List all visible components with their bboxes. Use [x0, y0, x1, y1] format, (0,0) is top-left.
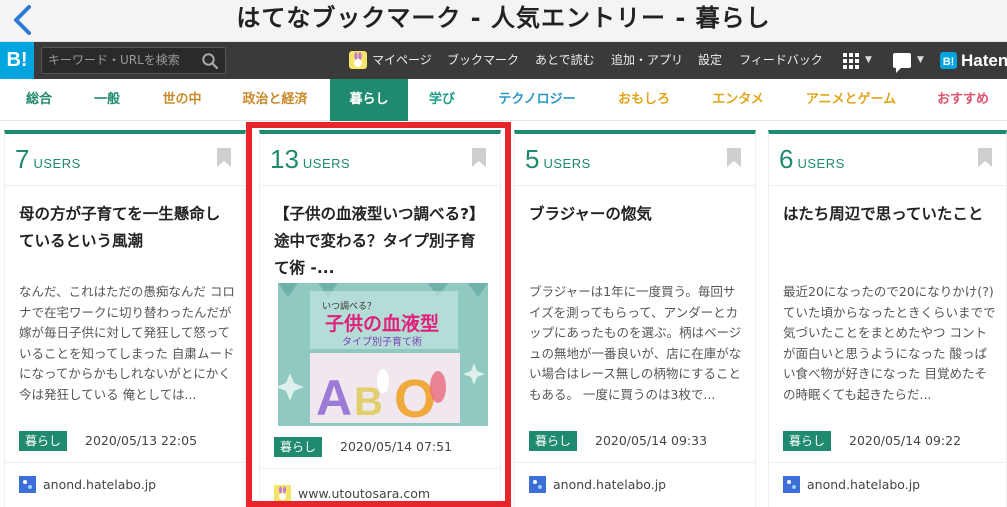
category-tag[interactable]: 暮らし: [19, 431, 67, 451]
card-header: 7 USERS: [5, 134, 245, 186]
user-avatar-icon[interactable]: [349, 51, 367, 69]
nav-read-later[interactable]: あとで読む: [535, 42, 595, 79]
hatena-bookmark-logo[interactable]: B!: [0, 42, 34, 79]
thumb-letter-o: O: [394, 369, 436, 426]
tab-entertainment[interactable]: エンタメ: [703, 79, 773, 121]
users-count[interactable]: 6 USERS: [779, 144, 845, 175]
favicon-icon: [783, 476, 800, 493]
card-divider: [515, 462, 755, 463]
category-tabs: 総合 一般 世の中 政治と経済 暮らし 学び テクノロジー おもしろ エンタメ …: [0, 79, 1007, 121]
favicon-icon: [529, 476, 546, 493]
card-divider: [769, 462, 1006, 463]
entry-date: 2020/05/14 07:51: [340, 439, 453, 454]
search-icon[interactable]: [201, 52, 219, 70]
entry-date: 2020/05/14 09:33: [595, 433, 708, 448]
entry-card[interactable]: 13 USERS 【子供の血液型いつ調べる?】途中で変わる？タイプ別子育て術 -.…: [259, 130, 501, 507]
apps-grid-icon[interactable]: [843, 53, 859, 69]
tab-life[interactable]: 暮らし: [330, 79, 408, 121]
entry-summary: ブラジャーは1年に一度買う。毎回サイズを測ってもらって、アンダーとカップにあった…: [529, 284, 742, 402]
card-divider: [5, 462, 245, 463]
card-header: 6 USERS: [769, 134, 1006, 186]
apps-chevron-down-icon[interactable]: ▼: [865, 42, 872, 79]
favicon-icon: [19, 476, 36, 493]
site-header: B! マイページ ブックマーク あとで読む 追加・アプリ 設定 フィードバック …: [0, 42, 1007, 79]
card-header: 13 USERS: [260, 134, 500, 186]
nav-mypage[interactable]: マイページ: [372, 42, 432, 79]
thumb-sub-text: タイプ別子育て術: [342, 335, 422, 348]
entry-date: 2020/05/14 09:22: [849, 433, 962, 448]
thumb-small-text: いつ調べる？: [322, 300, 376, 312]
entry-card[interactable]: 6 USERS はたち周辺で思っていたこと 最近20になったので20になりかけ(?…: [768, 130, 1007, 507]
entry-title[interactable]: はたち周辺で思っていたこと: [783, 201, 999, 228]
bookmark-icon[interactable]: [217, 148, 231, 167]
nav-feedback[interactable]: フィードバック: [739, 42, 823, 79]
entry-card[interactable]: 7 USERS 母の方が子育てを一生懸命しているという風潮 なんだ、これはただの愚…: [4, 130, 246, 507]
nav-settings[interactable]: 設定: [698, 42, 722, 79]
bookmark-icon[interactable]: [472, 148, 486, 167]
entry-date: 2020/05/13 22:05: [85, 433, 198, 448]
tab-politics-economy[interactable]: 政治と経済: [232, 79, 318, 121]
tab-learning[interactable]: 学び: [420, 79, 464, 121]
category-tag[interactable]: 暮らし: [783, 431, 831, 451]
entry-summary: 最近20になったので20になりかけ(?)ていた頃からなったときくらいまでで気づい…: [783, 284, 996, 402]
entry-thumbnail[interactable]: いつ調べる？ 子供の血液型 タイプ別子育て術 A B O: [278, 283, 488, 426]
thumb-main-text: 子供の血液型: [325, 312, 439, 335]
nav-bookmark[interactable]: ブックマーク: [447, 42, 519, 79]
nav-add-app[interactable]: 追加・アプリ: [611, 42, 683, 79]
entry-summary: なんだ、これはただの愚痴なんだ コロナで在宅ワークに切り替わったんだが嫁が毎日子…: [19, 284, 235, 402]
tab-ippan[interactable]: 一般: [82, 79, 132, 121]
entry-domain[interactable]: www.utoutosara.com: [298, 485, 430, 502]
search-input[interactable]: [48, 48, 198, 73]
tab-society[interactable]: 世の中: [152, 79, 212, 121]
entry-domain[interactable]: anond.hatelabo.jp: [553, 476, 666, 493]
notification-chevron-down-icon[interactable]: ▼: [917, 42, 924, 79]
entry-domain[interactable]: anond.hatelabo.jp: [807, 476, 920, 493]
search-box: [41, 47, 226, 74]
notification-balloon-icon[interactable]: [893, 53, 911, 73]
thumb-letter-a: A: [316, 370, 352, 426]
page-title: はてなブックマーク - 人気エントリー - 暮らし: [236, 4, 771, 32]
bookmark-icon[interactable]: [978, 148, 992, 167]
category-tag[interactable]: 暮らし: [274, 437, 322, 457]
tab-technology[interactable]: テクノロジー: [488, 79, 586, 121]
entry-card[interactable]: 5 USERS ブラジャーの惚気 ブラジャーは1年に一度買う。毎回サイズを測っても…: [514, 130, 756, 507]
hatena-brand-text[interactable]: Haten: [961, 42, 1007, 79]
entry-domain[interactable]: anond.hatelabo.jp: [43, 476, 156, 493]
users-count[interactable]: 7 USERS: [15, 144, 81, 175]
card-divider: [260, 468, 500, 469]
entry-title[interactable]: ブラジャーの惚気: [529, 201, 745, 228]
title-bar: はてなブックマーク - 人気エントリー - 暮らし: [0, 0, 1007, 42]
users-count[interactable]: 5 USERS: [525, 144, 591, 175]
tab-recommended[interactable]: おすすめ: [927, 79, 999, 121]
hatena-brand-icon: B!: [940, 52, 957, 69]
tab-fun[interactable]: おもしろ: [608, 79, 680, 121]
entry-title[interactable]: 母の方が子育てを一生懸命しているという風潮: [19, 201, 235, 255]
tab-general[interactable]: 総合: [14, 79, 64, 121]
bookmark-icon[interactable]: [727, 148, 741, 167]
entry-title[interactable]: 【子供の血液型いつ調べる?】途中で変わる？タイプ別子育て術 -...: [274, 201, 490, 282]
users-count[interactable]: 13 USERS: [270, 144, 350, 175]
tab-anime-game[interactable]: アニメとゲーム: [797, 79, 905, 121]
card-header: 5 USERS: [515, 134, 755, 186]
favicon-icon: [274, 485, 291, 502]
svg-text:B!: B!: [943, 56, 955, 68]
category-tag[interactable]: 暮らし: [529, 431, 577, 451]
